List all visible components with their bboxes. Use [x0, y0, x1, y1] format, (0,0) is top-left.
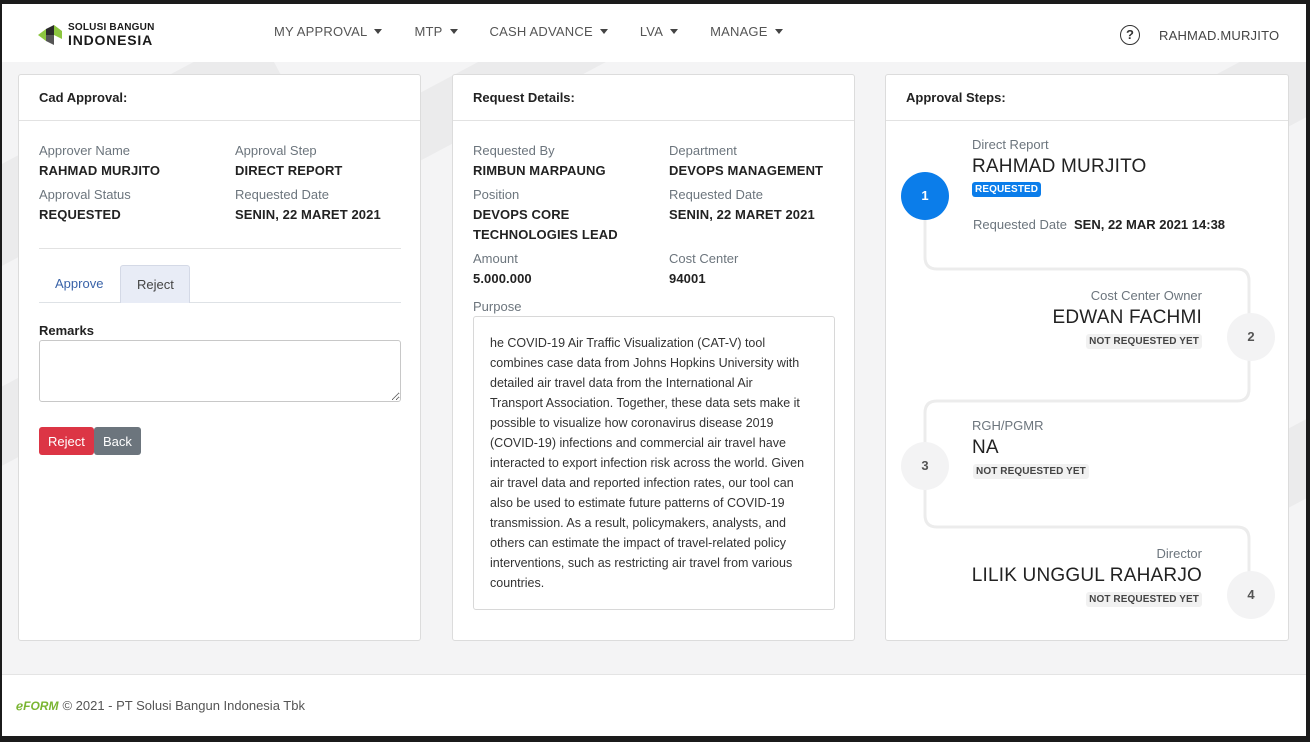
- department-value: DEVOPS MANAGEMENT: [669, 163, 824, 178]
- navbar: SOLUSI BANGUN INDONESIA MY APPROVAL MTP …: [2, 4, 1306, 62]
- purpose-line: combines case data from Johns Hopkins Un…: [490, 356, 800, 370]
- brand-line2: INDONESIA: [68, 32, 153, 48]
- nav-lva[interactable]: LVA: [639, 24, 679, 39]
- requested-by-value: RIMBUN MARPAUNG: [473, 163, 606, 178]
- purpose-line: others can estimate the impact of travel…: [490, 536, 786, 550]
- request-details-card: Request Details: Requested By RIMBUN MAR…: [452, 74, 855, 641]
- approver-name-label: Approver Name: [39, 143, 131, 158]
- position-value-line2: TECHNOLOGIES LEAD: [473, 227, 618, 242]
- nav-my-approval[interactable]: MY APPROVAL: [274, 24, 383, 39]
- purpose-line: possible to visualize how coronavirus di…: [490, 416, 774, 430]
- requested-by-label: Requested By: [473, 143, 555, 158]
- step-2-status-badge: NOT REQUESTED YET: [1086, 334, 1202, 349]
- step-1-circle: 1: [901, 172, 949, 220]
- step-4-role: Director: [1156, 546, 1202, 561]
- step-3-status-badge: NOT REQUESTED YET: [973, 464, 1089, 479]
- action-tabs: Approve Reject: [39, 265, 401, 303]
- step-4-status-badge: NOT REQUESTED YET: [1086, 592, 1202, 607]
- cost-center-label: Cost Center: [669, 251, 739, 266]
- purpose-label: Purpose: [473, 299, 522, 314]
- step-3-role: RGH/PGMR: [972, 418, 1044, 433]
- step-4-circle: 4: [1227, 571, 1275, 619]
- request-details-title: Request Details:: [453, 75, 854, 121]
- step-1-requested-date-value: SEN, 22 MAR 2021 14:38: [1074, 217, 1226, 232]
- main-nav: MY APPROVAL MTP CASH ADVANCE LVA MANAGE: [274, 24, 815, 39]
- nav-mtp[interactable]: MTP: [414, 24, 458, 39]
- amount-value: 5.000.000: [473, 271, 532, 286]
- cad-approval-title: Cad Approval:: [19, 75, 420, 121]
- purpose-line: detailed air travel data from the Intern…: [490, 376, 753, 390]
- step-2-name: EDWAN FACHMI: [1052, 307, 1202, 328]
- nav-mtp-label: MTP: [414, 24, 443, 39]
- step-3-name: NA: [972, 437, 999, 458]
- requested-date-value: SENIN, 22 MARET 2021: [235, 207, 381, 222]
- purpose-line: interacted to export infection risk acro…: [490, 456, 805, 470]
- caret-down-icon: [449, 29, 458, 34]
- approval-step-label: Approval Step: [235, 143, 317, 158]
- nav-cash-advance-label: CASH ADVANCE: [489, 24, 593, 39]
- approver-name-value: RAHMAD MURJITO: [39, 163, 161, 178]
- caret-down-icon: [670, 29, 679, 34]
- step-1-name: RAHMAD MURJITO: [972, 156, 1147, 177]
- remarks-label: Remarks: [39, 323, 94, 338]
- footer: ℯFORM © 2021 - PT Solusi Bangun Indonesi…: [2, 674, 1306, 736]
- nav-manage-label: MANAGE: [710, 24, 768, 39]
- brand-logo[interactable]: SOLUSI BANGUN INDONESIA: [36, 22, 155, 47]
- step-1-requested-date-label: Requested Date: [973, 217, 1067, 232]
- cad-approval-card: Cad Approval: Approver Name RAHMAD MURJI…: [18, 74, 421, 641]
- remarks-textarea[interactable]: [39, 340, 401, 402]
- purpose-line: countries.: [490, 576, 545, 590]
- step-4-name: LILIK UNGGUL RAHARJO: [971, 565, 1202, 586]
- step-1-status-badge: REQUESTED: [972, 182, 1042, 197]
- tab-reject[interactable]: Reject: [120, 265, 190, 303]
- nav-lva-label: LVA: [639, 24, 664, 39]
- amount-label: Amount: [473, 251, 518, 266]
- step-2-circle: 2: [1227, 313, 1275, 361]
- detail-requested-date-label: Requested Date: [669, 187, 763, 202]
- step-2-role: Cost Center Owner: [1090, 288, 1202, 303]
- purpose-line: also be used to estimate future patterns…: [490, 496, 785, 510]
- nav-my-approval-label: MY APPROVAL: [274, 24, 368, 39]
- reject-button[interactable]: Reject: [39, 427, 94, 455]
- approval-steps-card: Approval Steps: 1 Direct Report RAHMAD M…: [885, 74, 1289, 641]
- purpose-text: he COVID-19 Air Traffic Visualization (C…: [473, 316, 835, 610]
- eform-logo-text: FORM: [23, 698, 59, 713]
- tab-approve[interactable]: Approve: [39, 265, 119, 303]
- footer-copyright: © 2021 - PT Solusi Bangun Indonesia Tbk: [62, 698, 305, 713]
- caret-down-icon: [774, 29, 783, 34]
- department-label: Department: [669, 143, 737, 158]
- step-1-role: Direct Report: [972, 137, 1049, 152]
- help-icon[interactable]: ?: [1120, 25, 1140, 45]
- nav-manage[interactable]: MANAGE: [710, 24, 783, 39]
- requested-date-label: Requested Date: [235, 187, 329, 202]
- step-3-circle: 3: [901, 442, 949, 490]
- user-menu[interactable]: RAHMAD.MURJITO: [1159, 28, 1279, 43]
- approval-status-label: Approval Status: [39, 187, 131, 202]
- purpose-line: Transport Association. Together, these d…: [490, 396, 800, 410]
- purpose-line: transmission. As a result, policymakers,…: [490, 516, 786, 530]
- back-button[interactable]: Back: [94, 427, 141, 455]
- nav-cash-advance[interactable]: CASH ADVANCE: [490, 24, 608, 39]
- detail-requested-date-value: SENIN, 22 MARET 2021: [669, 207, 815, 222]
- caret-down-icon: [374, 29, 383, 34]
- position-label: Position: [473, 187, 520, 202]
- approval-step-value: DIRECT REPORT: [235, 163, 343, 178]
- purpose-line: interventions, such as restricting air t…: [490, 556, 793, 570]
- purpose-line: air travel data and reported infection r…: [490, 476, 794, 490]
- divider: [39, 248, 401, 249]
- cost-center-value: 94001: [669, 271, 706, 286]
- position-value-line1: DEVOPS CORE: [473, 207, 570, 222]
- approval-status-value: REQUESTED: [39, 207, 121, 222]
- brand-mark-icon: [36, 23, 64, 47]
- eform-logo: ℯFORM: [16, 699, 58, 713]
- purpose-line: he COVID-19 Air Traffic Visualization (C…: [490, 336, 766, 350]
- purpose-line: (COVID-19) infections and commercial air…: [490, 436, 786, 450]
- caret-down-icon: [599, 29, 608, 34]
